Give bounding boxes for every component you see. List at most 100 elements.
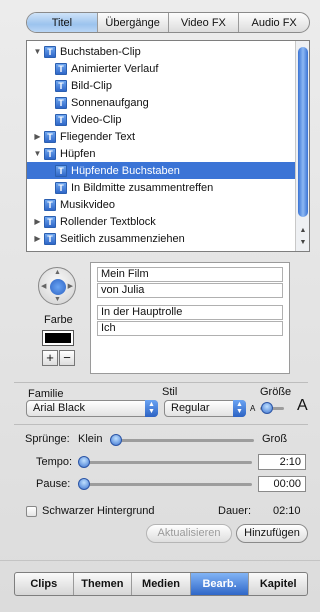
disclosure-closed-icon[interactable]: ▶ [33, 234, 42, 243]
list-item[interactable]: ▶ T Rollender Textblock [27, 213, 295, 230]
nav-clips[interactable]: Clips [15, 573, 74, 595]
nav-themen[interactable]: Themen [74, 573, 133, 595]
nav-label: Themen [81, 578, 124, 590]
list-item-label: Video-Clip [71, 113, 122, 126]
large-size-label: A [297, 397, 308, 414]
color-swatch[interactable] [42, 330, 74, 346]
disclosure-open-icon[interactable]: ▼ [33, 47, 42, 56]
update-button[interactable]: Aktualisieren [146, 524, 232, 543]
popup-value: Arial Black [33, 402, 85, 414]
list-item-selected[interactable]: T Hüpfende Buchstaben [27, 162, 295, 179]
arrow-left-icon[interactable]: ◀ [41, 282, 46, 290]
list-item-label: Bild-Clip [71, 79, 112, 92]
divider [14, 424, 308, 425]
list-item[interactable]: ▼ T Buchstaben-Clip [27, 43, 295, 60]
pause-slider-knob[interactable] [78, 478, 90, 490]
arrow-down-icon[interactable]: ▼ [54, 296, 61, 303]
list-item[interactable]: T Animierter Verlauf [27, 60, 295, 77]
font-size-label: Größe [260, 386, 292, 398]
font-style-popup[interactable]: Regular ▲ ▼ [164, 400, 246, 417]
text-field[interactable]: von Julia [97, 283, 283, 298]
nav-label: Bearb. [202, 578, 237, 590]
remove-line-button[interactable]: − [59, 350, 75, 366]
title-icon: T [44, 198, 56, 211]
divider [14, 382, 308, 383]
font-size-slider-knob[interactable] [261, 402, 274, 414]
nav-label: Clips [30, 578, 58, 590]
bottom-nav: Clips Themen Medien Bearb. Kapitel [14, 572, 308, 596]
font-family-label: Familie [28, 388, 64, 400]
disclosure-open-icon[interactable]: ▼ [33, 149, 42, 158]
nav-bearbeiten[interactable]: Bearb. [190, 573, 250, 595]
nav-kapitel[interactable]: Kapitel [249, 573, 307, 595]
text-field[interactable]: In der Hauptrolle [97, 305, 283, 320]
text-field[interactable]: Mein Film [97, 267, 283, 282]
tab-uebergaenge[interactable]: Übergänge [98, 13, 169, 32]
direction-control[interactable]: ▲ ▼ ◀ ▶ [38, 267, 76, 305]
tab-titel[interactable]: Titel [27, 13, 98, 32]
list-item-label: Musikvideo [60, 198, 116, 211]
list-item[interactable]: ▼ T Hüpfen [27, 145, 295, 162]
large-label: Groß [262, 433, 288, 445]
title-icon: T [44, 45, 56, 58]
pause-slider-track[interactable] [80, 483, 252, 486]
nav-label: Medien [142, 578, 180, 590]
list-item-label: In Bildmitte zusammentreffen [71, 181, 214, 194]
jumps-slider-track[interactable] [114, 439, 254, 442]
tempo-label: Tempo: [36, 456, 73, 468]
tab-label: Titel [51, 16, 73, 29]
direction-center[interactable] [50, 279, 66, 295]
title-icon: T [44, 130, 56, 143]
title-icon: T [55, 96, 67, 109]
black-background-checkbox[interactable] [26, 506, 37, 517]
pause-label: Pause: [36, 478, 71, 490]
effects-tab-bar: Titel Übergänge Video FX Audio FX [26, 12, 310, 33]
small-label: Klein [78, 433, 103, 445]
list-item[interactable]: ▶ T Seitlich zusammenziehen [27, 230, 295, 247]
title-text-fields: Mein Film von Julia In der Hauptrolle Ic… [90, 262, 290, 374]
pause-field[interactable]: 00:00 [258, 476, 306, 492]
list-item[interactable]: T Video-Clip [27, 111, 295, 128]
nav-medien[interactable]: Medien [132, 573, 191, 595]
jumps-slider-knob[interactable] [110, 434, 122, 446]
list-item-label: Fliegender Text [60, 130, 136, 143]
title-list-rows: ▼ T Buchstaben-Clip T Animierter Verlauf TB… [27, 43, 295, 247]
tempo-slider-track[interactable] [80, 461, 252, 464]
font-style-label: Stil [162, 386, 178, 398]
tab-label: Audio FX [251, 16, 297, 29]
small-size-label: A [250, 404, 256, 413]
duration-label: Dauer: [218, 505, 252, 517]
arrow-right-icon[interactable]: ▶ [68, 282, 73, 290]
list-item[interactable]: T Sonnenaufgang [27, 94, 295, 111]
title-icon: T [44, 232, 56, 245]
title-list-scrollbar[interactable]: ▲ ▼ [295, 41, 309, 251]
disclosure-closed-icon[interactable]: ▶ [33, 132, 42, 141]
title-icon: T [55, 164, 67, 177]
add-button[interactable]: Hinzufügen [236, 524, 308, 543]
add-line-button[interactable]: + [42, 350, 58, 366]
tab-audio-fx[interactable]: Audio FX [239, 13, 309, 32]
tempo-field[interactable]: 2:10 [258, 454, 306, 470]
list-item[interactable]: T Musikvideo [27, 196, 295, 213]
disclosure-closed-icon[interactable]: ▶ [33, 217, 42, 226]
title-icon: T [55, 79, 67, 92]
title-icon: T [55, 113, 67, 126]
nav-label: Kapitel [259, 578, 297, 590]
tab-video-fx[interactable]: Video FX [169, 13, 240, 32]
text-field[interactable]: Ich [97, 321, 283, 336]
scroll-up-arrow-icon[interactable]: ▲ [296, 227, 309, 234]
arrow-up-icon[interactable]: ▲ [54, 269, 61, 276]
title-icon: T [44, 147, 56, 160]
list-item[interactable]: T In Bildmitte zusammentreffen [27, 179, 295, 196]
font-family-popup[interactable]: Arial Black ▲ ▼ [26, 400, 158, 417]
popup-arrows-icon: ▲ ▼ [145, 400, 158, 417]
duration-value: 02:10 [273, 505, 301, 517]
tab-label: Video FX [180, 16, 226, 29]
list-item[interactable]: T Bild-Clip [27, 77, 295, 94]
tempo-slider-knob[interactable] [78, 456, 90, 468]
list-item[interactable]: ▶ T Fliegender Text [27, 128, 295, 145]
scroll-down-arrow-icon[interactable]: ▼ [296, 239, 309, 246]
editor-panel: Titel Übergänge Video FX Audio FX ▼ T Buch… [0, 0, 320, 612]
scrollbar-thumb[interactable] [298, 47, 308, 217]
list-item-label: Sonnenaufgang [71, 96, 149, 109]
